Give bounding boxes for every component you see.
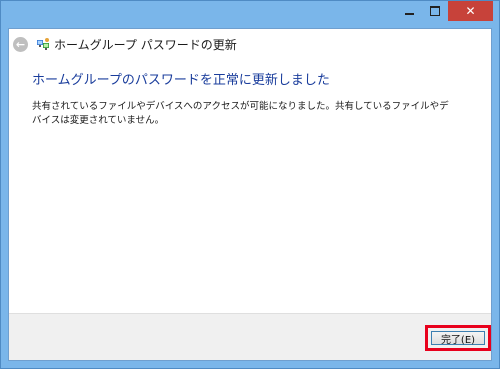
window-title: ホームグループ パスワードの更新 — [54, 38, 237, 52]
page-heading: ホームグループのパスワードを正常に更新しました — [32, 73, 330, 88]
status-message: 共有されているファイルやデバイスへのアクセスが可能になりました。共有しているファ… — [32, 101, 449, 126]
maximize-icon — [430, 6, 440, 16]
minimize-button[interactable] — [396, 1, 422, 21]
dialog-footer: 完了(E) — [9, 313, 491, 360]
nav-bar: ← ホームグループ パスワードの更新 — [9, 29, 491, 59]
close-icon: ✕ — [465, 4, 476, 18]
close-button[interactable]: ✕ — [448, 1, 493, 21]
homegroup-password-dialog: ✕ ← ホームグループ パスワードの更新 ホームグループのパスワードを正常に更新… — [0, 0, 500, 369]
back-button[interactable]: ← — [13, 37, 28, 52]
main-content: ホームグループのパスワードを正常に更新しました 共有されているファイルやデバイス… — [9, 59, 491, 314]
caption-buttons: ✕ — [396, 1, 493, 21]
minimize-icon — [404, 13, 414, 15]
maximize-button[interactable] — [422, 1, 448, 21]
dialog-client-area: ← ホームグループ パスワードの更新 ホームグループのパスワードを正常に更新しま… — [8, 28, 492, 361]
highlight-frame: 完了(E) — [425, 325, 491, 351]
back-arrow-icon: ← — [15, 38, 26, 51]
homegroup-icon — [37, 38, 49, 50]
finish-button[interactable]: 完了(E) — [431, 331, 485, 346]
